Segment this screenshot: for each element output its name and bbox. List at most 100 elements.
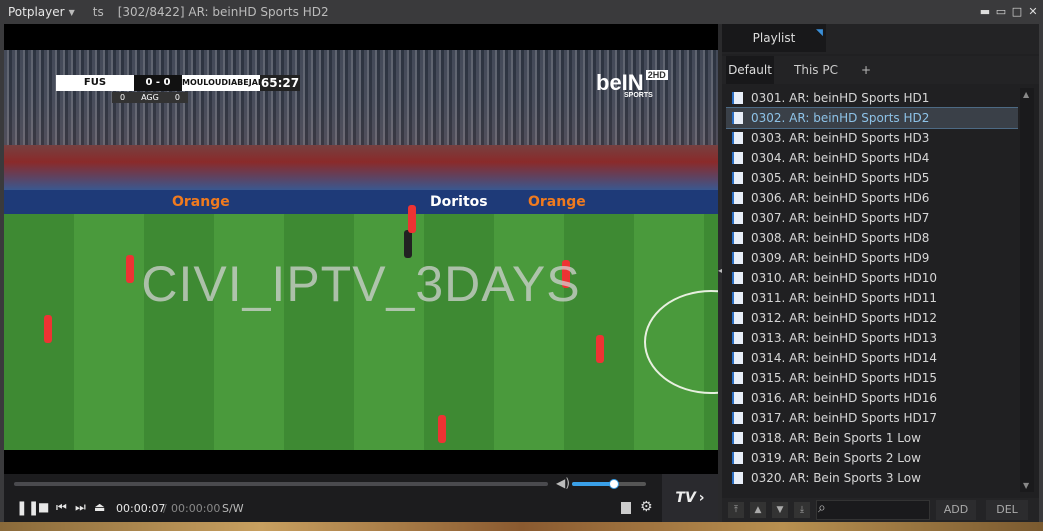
delete-button[interactable]: DEL xyxy=(986,500,1028,520)
volume-slider[interactable] xyxy=(572,479,646,489)
playlist-tabs: Default This PC + xyxy=(722,56,1039,84)
playlist-item[interactable]: 0308. AR: beinHD Sports HD8 xyxy=(726,228,1018,248)
playlist-item-label: 0315. AR: beinHD Sports HD15 xyxy=(751,371,938,385)
file-icon xyxy=(732,372,743,384)
tab-this-pc[interactable]: This PC xyxy=(782,56,850,84)
tab-playlist[interactable]: Playlist xyxy=(722,24,826,52)
watermark-text: CIVI_IPTV_3DAYS xyxy=(141,256,581,312)
playlist-item[interactable]: 0304. AR: beinHD Sports HD4 xyxy=(726,148,1018,168)
playlist-item[interactable]: 0320. AR: Bein Sports 3 Low xyxy=(726,468,1018,488)
file-icon xyxy=(732,452,743,464)
playlist-scrollbar[interactable]: ▲ ▼ xyxy=(1020,88,1034,492)
scroll-down-icon[interactable]: ▼ xyxy=(1023,481,1029,490)
tab-default[interactable]: Default xyxy=(726,56,774,84)
window-title: [302/8422] AR: beinHD Sports HD2 xyxy=(117,5,329,19)
playlist-item[interactable]: 0313. AR: beinHD Sports HD13 xyxy=(726,328,1018,348)
playlist-item-label: 0307. AR: beinHD Sports HD7 xyxy=(751,211,930,225)
match-score: 0 - 0 xyxy=(134,75,182,91)
gear-icon[interactable]: ⚙ xyxy=(640,499,653,515)
playlist-item[interactable]: 0314. AR: beinHD Sports HD14 xyxy=(726,348,1018,368)
volume-knob[interactable] xyxy=(608,479,619,489)
playlist-item[interactable]: 0315. AR: beinHD Sports HD15 xyxy=(726,368,1018,388)
app-menu-button[interactable]: Potplayer ▼ xyxy=(0,5,83,19)
player xyxy=(596,335,604,363)
file-icon xyxy=(732,172,743,184)
channel-badge: 2HD xyxy=(645,70,668,80)
file-icon xyxy=(732,112,743,124)
player xyxy=(404,230,412,258)
tv-button[interactable]: TV › xyxy=(662,474,718,522)
playlist-item[interactable]: 0318. AR: Bein Sports 1 Low xyxy=(726,428,1018,448)
add-button[interactable]: ADD xyxy=(936,500,976,520)
sw-codec-button[interactable]: S/W xyxy=(222,502,244,515)
pin-icon[interactable]: ◥ xyxy=(816,28,823,38)
move-down-icon[interactable]: ▼ xyxy=(772,502,788,518)
playlist-item[interactable]: 0307. AR: beinHD Sports HD7 xyxy=(726,208,1018,228)
maximize-icon[interactable]: □ xyxy=(1011,6,1023,18)
next-icon[interactable]: ⏭ xyxy=(75,500,86,515)
pause-icon[interactable]: ❚❚ xyxy=(16,500,39,516)
close-icon[interactable]: ✕ xyxy=(1027,6,1039,18)
advertising-boards xyxy=(4,190,718,214)
playlist-item-label: 0309. AR: beinHD Sports HD9 xyxy=(751,251,930,265)
playlist-search-input[interactable] xyxy=(816,500,930,520)
add-tab-button[interactable]: + xyxy=(856,56,876,84)
eject-icon[interactable]: ⏏ xyxy=(94,500,105,514)
file-icon xyxy=(732,292,743,304)
seek-bar[interactable] xyxy=(14,482,548,486)
move-up-icon[interactable]: ▲ xyxy=(750,502,766,518)
file-icon xyxy=(732,332,743,344)
playlist-item[interactable]: 0303. AR: beinHD Sports HD3 xyxy=(726,128,1018,148)
player xyxy=(408,205,416,233)
playlist-icon[interactable] xyxy=(621,502,631,514)
playlist-item-label: 0306. AR: beinHD Sports HD6 xyxy=(751,191,930,205)
scoreboard: FUS 0 - 0 MOULOUDIABEJAIA 65:27 xyxy=(56,75,300,91)
video-display[interactable]: Orange Doritos Orange FUS 0 - 0 MOULOUDI… xyxy=(4,50,718,450)
file-icon xyxy=(732,472,743,484)
window-controls: ▬ ▭ □ ✕ xyxy=(979,0,1039,24)
channel-logo: beIN 2HD SPORTS xyxy=(596,70,668,99)
desktop-background xyxy=(0,522,1043,531)
playlist-item[interactable]: 0302. AR: beinHD Sports HD2 xyxy=(726,107,1018,129)
playlist-item[interactable]: 0312. AR: beinHD Sports HD12 xyxy=(726,308,1018,328)
playlist-item[interactable]: 0301. AR: beinHD Sports HD1 xyxy=(726,88,1018,108)
move-top-icon[interactable]: ⤒ xyxy=(728,502,744,518)
stop-icon[interactable]: ■ xyxy=(38,500,49,514)
minimize-icon[interactable]: ▬ xyxy=(979,6,991,18)
playlist-item-label: 0310. AR: beinHD Sports HD10 xyxy=(751,271,938,285)
tv-label: TV xyxy=(675,490,696,506)
video-frame[interactable]: Orange Doritos Orange FUS 0 - 0 MOULOUDI… xyxy=(4,24,718,474)
file-icon xyxy=(732,252,743,264)
volume-icon[interactable]: ◀) xyxy=(556,476,570,490)
file-icon xyxy=(732,132,743,144)
volume-fill xyxy=(572,482,613,486)
player xyxy=(438,415,446,443)
file-icon xyxy=(732,232,743,244)
move-bottom-icon[interactable]: ⤓ xyxy=(794,502,810,518)
playlist-item[interactable]: 0319. AR: Bein Sports 2 Low xyxy=(726,448,1018,468)
playlist-item-label: 0311. AR: beinHD Sports HD11 xyxy=(751,291,938,305)
file-icon xyxy=(732,272,743,284)
control-bar: ◀) ❚❚ ■ ⏮ ⏭ ⏏ 00:00:07 / 00:00:00 S/W ⚙ … xyxy=(4,474,718,522)
search-icon: ⌕ xyxy=(818,500,826,516)
aggregate-score: 0 AGG 0 xyxy=(112,92,188,103)
scroll-up-icon[interactable]: ▲ xyxy=(1023,90,1029,99)
playlist-item[interactable]: 0317. AR: beinHD Sports HD17 xyxy=(726,408,1018,428)
playlist-item[interactable]: 0306. AR: beinHD Sports HD6 xyxy=(726,188,1018,208)
window-restore-icon[interactable]: ▭ xyxy=(995,6,1007,18)
playlist-item[interactable]: 0310. AR: beinHD Sports HD10 xyxy=(726,268,1018,288)
file-icon xyxy=(732,192,743,204)
home-team: FUS xyxy=(56,75,134,91)
playlist-item[interactable]: 0305. AR: beinHD Sports HD5 xyxy=(726,168,1018,188)
playlist-item[interactable]: 0316. AR: beinHD Sports HD16 xyxy=(726,388,1018,408)
file-icon xyxy=(732,92,743,104)
window-border xyxy=(1039,24,1043,522)
previous-icon[interactable]: ⏮ xyxy=(56,500,67,515)
playlist-header: Playlist ◥ xyxy=(722,24,1039,54)
match-clock: 65:27 xyxy=(260,75,300,91)
playlist-item-label: 0305. AR: beinHD Sports HD5 xyxy=(751,171,930,185)
playlist-item[interactable]: 0309. AR: beinHD Sports HD9 xyxy=(726,248,1018,268)
playlist-item-label: 0304. AR: beinHD Sports HD4 xyxy=(751,151,930,165)
playlist-item[interactable]: 0311. AR: beinHD Sports HD11 xyxy=(726,288,1018,308)
file-format: ts xyxy=(92,5,104,19)
